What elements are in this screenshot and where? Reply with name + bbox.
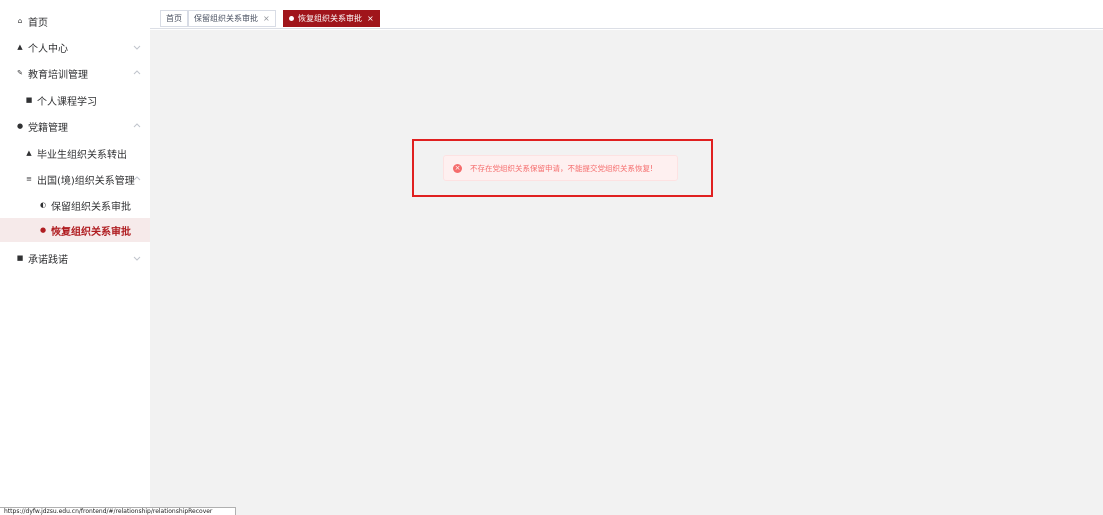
chevron-down-icon [132,42,142,52]
sidebar-item-label: 承诺践诺 [28,254,68,266]
chevron-down-icon [132,253,142,263]
sidebar-item-party-membership[interactable]: ● 党籍管理 [0,113,150,139]
promise-icon: ■ [16,254,24,262]
sidebar-item-label: 教育培训管理 [28,69,88,81]
sidebar-item-label: 首页 [28,17,48,29]
graduate-icon: ▲ [26,149,32,157]
active-dot-icon [289,16,294,21]
tab-retain-approval[interactable]: 保留组织关系审批 × [188,10,276,27]
tab-bar: 首页 保留组织关系审批 × 恢复组织关系审批 × [150,0,1103,29]
sidebar-item-label: 出国(境)组织关系管理 [37,175,135,187]
chevron-up-icon [132,68,142,78]
user-icon: ▲ [17,43,23,51]
sidebar-item-personal-center[interactable]: ▲ 个人中心 [0,34,150,60]
sidebar-item-retain-approval[interactable]: ◐ 保留组织关系审批 [0,192,150,218]
book-icon: ■ [25,96,33,104]
sidebar-item-restore-approval[interactable]: ● 恢复组织关系审批 [0,218,150,242]
alert-message: 不存在党组织关系保留申请，不能提交党组织关系恢复! [470,163,654,173]
edit-icon: ✎ [17,69,23,77]
chevron-up-icon [132,121,142,131]
approve-icon: ◐ [39,201,47,209]
sidebar-item-label: 恢复组织关系审批 [51,226,131,238]
home-icon: ⌂ [17,17,23,25]
tab-restore-approval[interactable]: 恢复组织关系审批 × [283,10,380,27]
tab-label: 恢复组织关系审批 [298,14,362,23]
sidebar-item-graduate-transfer[interactable]: ▲ 毕业生组织关系转出 [0,140,150,166]
tab-label: 保留组织关系审批 [194,14,258,23]
sidebar-item-promise[interactable]: ■ 承诺践诺 [0,245,150,271]
list-icon: ≡ [26,175,32,183]
sidebar-item-label: 党籍管理 [28,122,68,134]
sidebar-item-education[interactable]: ✎ 教育培训管理 [0,60,150,86]
tab-label: 首页 [166,14,182,23]
error-alert: × 不存在党组织关系保留申请，不能提交党组织关系恢复! [443,155,678,181]
sidebar-item-label: 保留组织关系审批 [51,201,131,213]
badge-icon: ● [16,122,24,130]
tab-home[interactable]: 首页 [160,10,188,27]
sidebar-item-abroad-management[interactable]: ≡ 出国(境)组织关系管理 [0,166,150,192]
close-icon[interactable]: × [367,14,374,23]
app-root: ⌂ 首页 ▲ 个人中心 ✎ 教育培训管理 ■ 个人课程学习 ● 党籍管理 ▲ 毕… [0,0,1103,515]
sidebar-item-label: 个人中心 [28,43,68,55]
sidebar-item-course-study[interactable]: ■ 个人课程学习 [0,87,150,113]
status-bar-url: https://dyfw.jdzsu.edu.cn/frontend/#/rel… [0,507,236,515]
close-icon[interactable]: × [263,14,270,23]
main-content [150,30,1103,515]
sidebar-item-label: 个人课程学习 [37,96,97,108]
restore-icon: ● [39,226,47,234]
sidebar: ⌂ 首页 ▲ 个人中心 ✎ 教育培训管理 ■ 个人课程学习 ● 党籍管理 ▲ 毕… [0,0,150,515]
sidebar-item-label: 毕业生组织关系转出 [37,149,127,161]
sidebar-item-home[interactable]: ⌂ 首页 [0,8,150,34]
chevron-up-icon [132,174,142,184]
error-circle-icon: × [453,163,462,173]
